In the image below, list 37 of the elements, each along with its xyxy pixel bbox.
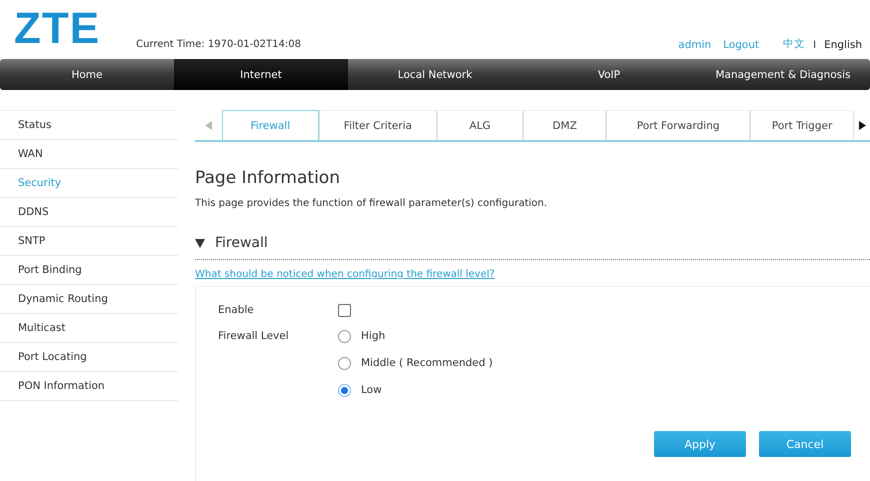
radio-label: Middle ( Recommended ) — [361, 356, 493, 371]
sidebar-item[interactable]: SNTP — [0, 227, 178, 256]
nav-tab[interactable]: Internet — [174, 59, 348, 90]
nav-tab[interactable]: VoIP — [522, 59, 696, 90]
sidebar-item[interactable]: Multicast — [0, 314, 178, 343]
page-description: This page provides the function of firewall parameter(s) configuration. — [195, 198, 548, 209]
sidebar-item[interactable]: Status — [0, 111, 178, 140]
radio-label: Low — [361, 383, 382, 398]
enable-checkbox[interactable] — [338, 304, 351, 316]
nav-tab[interactable]: Home — [0, 59, 174, 90]
right-arrow-icon[interactable] — [858, 120, 866, 130]
sidebar-item[interactable]: Dynamic Routing — [0, 285, 178, 314]
language-link[interactable]: English — [824, 39, 862, 51]
sidebar-item[interactable]: DDNS — [0, 198, 178, 227]
sidebar-item[interactable]: Port Binding — [0, 256, 178, 285]
radio-button[interactable] — [338, 384, 351, 396]
enable-label: Enable — [218, 303, 255, 318]
sidebar-item[interactable]: WAN — [0, 140, 178, 169]
nav-tab[interactable]: Local Network — [348, 59, 522, 90]
firewall-level-label: Firewall Level — [218, 329, 290, 344]
logo: ZTE — [14, 7, 100, 51]
section-title: Firewall — [215, 235, 268, 251]
tab[interactable]: ALG — [436, 110, 524, 140]
sidebar-item[interactable]: PON Information — [0, 372, 178, 401]
radio-button[interactable] — [338, 330, 351, 342]
page-title: Page Information — [195, 168, 341, 188]
collapse-triangle-icon[interactable] — [195, 238, 205, 248]
radio-button[interactable] — [338, 356, 351, 370]
tab[interactable]: Port Trigger — [750, 110, 854, 140]
tab[interactable]: DMZ — [523, 110, 606, 140]
radio-label: High — [361, 329, 386, 344]
current-time: Current Time: 1970-01-02T14:08 — [136, 39, 301, 50]
tab[interactable]: Port Forwarding — [606, 110, 750, 140]
separator: I — [813, 40, 816, 51]
sidebar-item[interactable]: Port Locating — [0, 343, 178, 372]
tab[interactable]: Filter Criteria — [318, 110, 437, 140]
nav-tab[interactable]: Management & Diagnosis — [696, 59, 870, 90]
